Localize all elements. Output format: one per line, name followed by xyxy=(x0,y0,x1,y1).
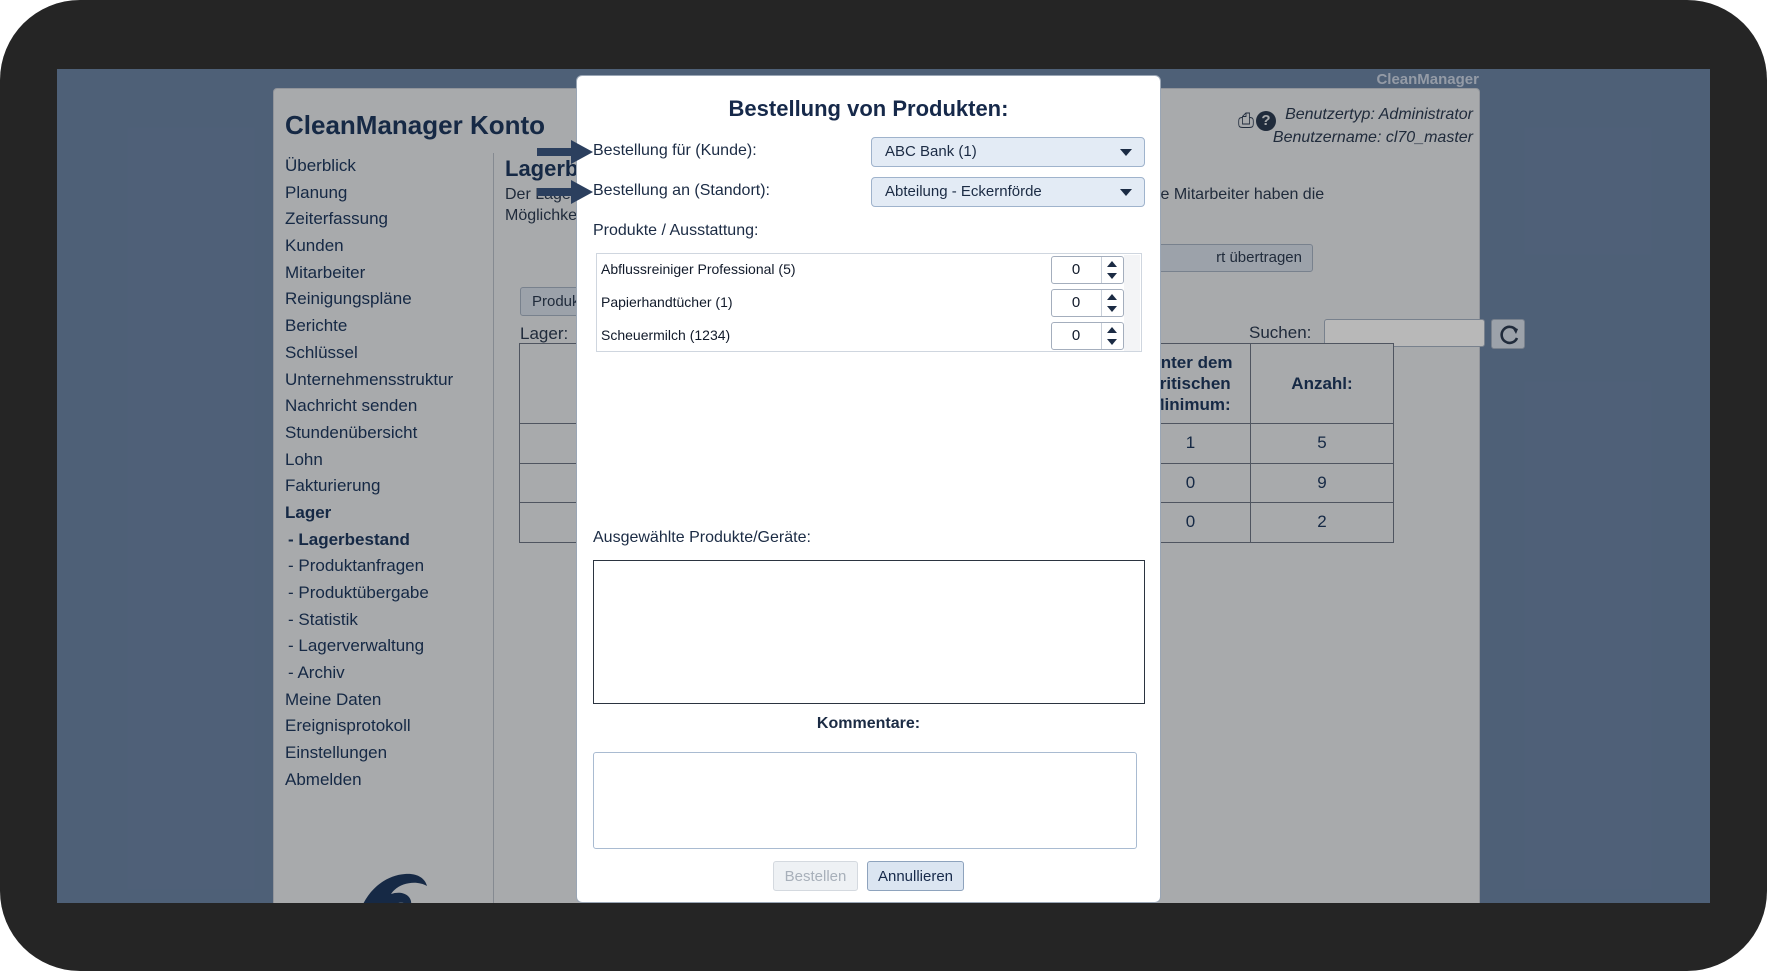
sidebar-item-mitarbeiter[interactable]: Mitarbeiter xyxy=(274,260,493,287)
sidebar-item-lohn[interactable]: Lohn xyxy=(274,447,493,474)
table-cell-count: 9 xyxy=(1250,462,1394,503)
sidebar-item-lagerbestand[interactable]: - Lagerbestand xyxy=(274,527,493,554)
quantity-value[interactable]: 0 xyxy=(1052,290,1100,316)
quantity-stepper[interactable]: 0 xyxy=(1051,289,1124,317)
sidebar-item-einstellungen[interactable]: Einstellungen xyxy=(274,740,493,767)
sidebar-item-ereignisprotokoll[interactable]: Ereignisprotokoll xyxy=(274,713,493,740)
user-name: Benutzername: cl70_master xyxy=(1272,129,1473,146)
refresh-button[interactable] xyxy=(1491,319,1525,349)
sidebar-item-produktuebergabe[interactable]: - Produktübergabe xyxy=(274,580,493,607)
comments-label: Kommentare: xyxy=(816,715,921,732)
customer-label: Bestellung für (Kunde): xyxy=(593,142,757,159)
sidebar-item-abmelden[interactable]: Abmelden xyxy=(274,767,493,794)
sidebar-item-kunden[interactable]: Kunden xyxy=(274,233,493,260)
sidebar-item-meine-daten[interactable]: Meine Daten xyxy=(274,687,493,714)
list-item: Abflussreiniger Professional (5) 0 xyxy=(601,254,1124,284)
spinner-arrows-icon[interactable] xyxy=(1101,290,1123,316)
device-frame: CleanManager CleanManager Konto ⎙ ? Benu… xyxy=(0,0,1767,971)
spinner-arrows-icon[interactable] xyxy=(1101,323,1123,349)
location-label: Bestellung an (Standort): xyxy=(593,182,770,199)
list-item: Scheuermilch (1234) 0 xyxy=(601,320,1124,350)
spinner-arrows-icon[interactable] xyxy=(1101,257,1123,283)
arrow-right-icon xyxy=(537,180,593,204)
sidebar-item-fakturierung[interactable]: Fakturierung xyxy=(274,473,493,500)
lager-label: Lager: xyxy=(520,324,569,343)
product-name: Papierhandtücher (1) xyxy=(601,294,733,310)
sidebar-item-statistik[interactable]: - Statistik xyxy=(274,607,493,634)
sidebar-item-stundenuebersicht[interactable]: Stundenübersicht xyxy=(274,420,493,447)
product-name: Abflussreiniger Professional (5) xyxy=(601,261,796,277)
brand-label: CleanManager xyxy=(1376,71,1479,88)
comments-textarea[interactable] xyxy=(593,752,1137,849)
table-cell-count: 2 xyxy=(1250,502,1394,543)
product-name: Scheuermilch (1234) xyxy=(601,327,731,343)
selected-products-label: Ausgewählte Produkte/Geräte: xyxy=(593,529,811,546)
quantity-value[interactable]: 0 xyxy=(1052,323,1100,349)
quantity-stepper[interactable]: 0 xyxy=(1051,322,1124,350)
sidebar-item-produktanfragen[interactable]: - Produktanfragen xyxy=(274,553,493,580)
selected-products-box xyxy=(593,560,1145,704)
sidebar-item-unternehmensstruktur[interactable]: Unternehmensstruktur xyxy=(274,367,493,394)
arrow-right-icon xyxy=(537,140,593,164)
cancel-button[interactable]: Annullieren xyxy=(867,861,964,891)
quantity-value[interactable]: 0 xyxy=(1052,257,1100,283)
refresh-icon xyxy=(1500,325,1519,345)
sidebar-item-lager[interactable]: Lager xyxy=(274,500,493,527)
products-label: Produkte / Ausstattung: xyxy=(593,222,759,239)
quantity-stepper[interactable]: 0 xyxy=(1051,256,1124,284)
sidebar-item-nachricht-senden[interactable]: Nachricht senden xyxy=(274,393,493,420)
scrollbar[interactable] xyxy=(1124,255,1140,351)
sidebar: Überblick Planung Zeiterfassung Kunden M… xyxy=(274,153,494,903)
sidebar-item-archiv[interactable]: - Archiv xyxy=(274,660,493,687)
column-header-count: Anzahl: xyxy=(1250,343,1394,424)
sidebar-item-reinigungsplaene[interactable]: Reinigungspläne xyxy=(274,286,493,313)
print-icon[interactable]: ⎙ xyxy=(1238,110,1254,133)
location-select[interactable]: Abteilung - Eckernförde xyxy=(871,177,1145,207)
order-dialog: Bestellung von Produkten: Bestellung für… xyxy=(537,75,1161,903)
table-cell-count: 5 xyxy=(1250,423,1394,464)
user-info: Benutzertyp: Administrator Benutzername:… xyxy=(1273,103,1473,149)
sidebar-item-zeiterfassung[interactable]: Zeiterfassung xyxy=(274,206,493,233)
sidebar-item-berichte[interactable]: Berichte xyxy=(274,313,493,340)
sidebar-item-ueberblick[interactable]: Überblick xyxy=(274,153,493,180)
customer-select[interactable]: ABC Bank (1) xyxy=(871,137,1145,167)
sidebar-item-planung[interactable]: Planung xyxy=(274,180,493,207)
app-title: CleanManager Konto xyxy=(285,110,546,140)
list-item: Papierhandtücher (1) 0 xyxy=(601,287,1124,317)
user-type: Benutzertyp: Administrator xyxy=(1285,106,1473,123)
sidebar-item-schluessel[interactable]: Schlüssel xyxy=(274,340,493,367)
search-label: Suchen: xyxy=(1249,323,1312,342)
sidebar-item-lagerverwaltung[interactable]: - Lagerverwaltung xyxy=(274,633,493,660)
logo-icon xyxy=(363,873,427,903)
dialog-title: Bestellung von Produkten: xyxy=(728,96,1009,121)
order-button[interactable]: Bestellen xyxy=(773,861,858,891)
products-list: Abflussreiniger Professional (5) 0 Papie… xyxy=(596,253,1142,352)
